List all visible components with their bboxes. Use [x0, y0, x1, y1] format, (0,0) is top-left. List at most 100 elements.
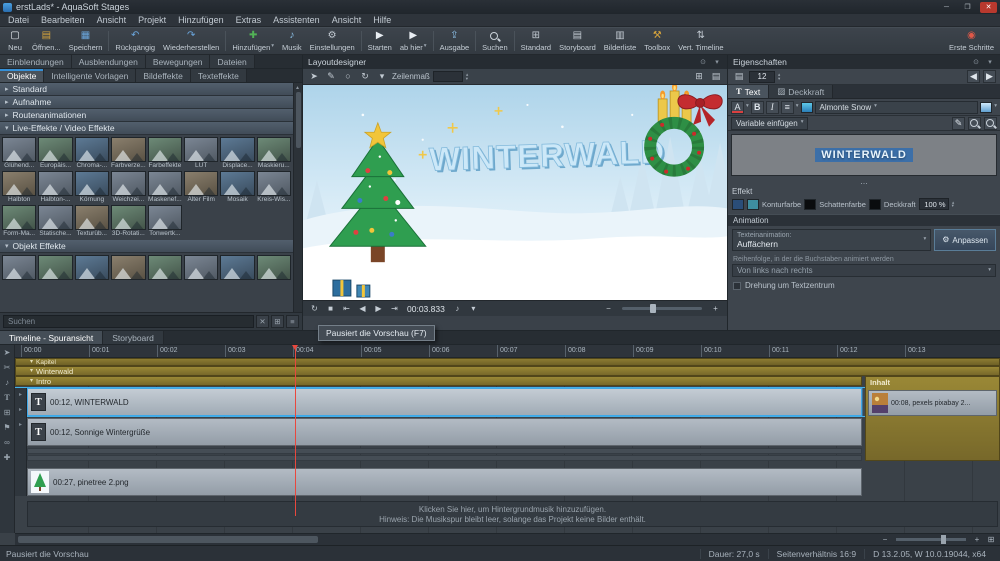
effect-item[interactable]: Tonwertk...	[148, 205, 182, 238]
skip-to-end-icon[interactable]	[388, 302, 401, 315]
open-button[interactable]: Öffnen...	[28, 28, 65, 54]
shadow-color-swatch[interactable]	[869, 199, 881, 210]
text-animation-combo[interactable]: Texteinanimation:Auffächern	[732, 229, 931, 251]
chevron-down-icon[interactable]	[375, 71, 389, 83]
razor-tool-icon[interactable]	[1, 362, 13, 374]
image-object-pexels[interactable]: 00:08, pexels pixabay 2...	[868, 390, 997, 416]
new-button[interactable]: Neu	[2, 28, 28, 54]
edit-tool-icon[interactable]	[324, 71, 338, 83]
effect-item[interactable]	[111, 255, 145, 288]
pointer-tool-icon[interactable]	[307, 71, 321, 83]
menu-item-hilfe[interactable]: Hilfe	[367, 14, 397, 26]
category-routenanimationen[interactable]: Routenanimationen	[0, 109, 293, 122]
zoom-in-icon[interactable]	[709, 302, 722, 315]
menu-item-assistenten[interactable]: Assistenten	[267, 14, 326, 26]
tab-timeline-track-view[interactable]: Timeline - Spuransicht	[0, 331, 103, 344]
time-ruler[interactable]: 00:0000:0100:0200:0300:0400:0500:0600:07…	[15, 345, 1000, 358]
category-live-effekte[interactable]: Live-Effekte / Video Effekte	[0, 122, 293, 135]
edit-text-icon[interactable]	[952, 117, 965, 130]
layout-standard-button[interactable]: Standard	[517, 28, 555, 54]
text-object-winterwald[interactable]: T00:12, WINTERWALD	[27, 388, 862, 416]
chapter-track[interactable]: Kapitel	[15, 358, 1000, 366]
effect-item[interactable]: Alter Film	[184, 171, 218, 204]
tab-objekte[interactable]: Objekte	[0, 69, 44, 82]
menu-item-datei[interactable]: Datei	[2, 14, 35, 26]
grid-tool-icon[interactable]	[1, 407, 13, 419]
opacity-value-field[interactable]: 100 %	[919, 198, 949, 210]
winterwald-chapter-bar[interactable]: Winterwald	[15, 366, 1000, 376]
category-objekt-effekte[interactable]: Objekt Effekte	[0, 240, 293, 253]
category-aufnahme[interactable]: Aufnahme	[0, 96, 293, 109]
text-tool-icon[interactable]	[1, 392, 13, 404]
add-object-button[interactable]: Hinzufügen	[228, 28, 278, 54]
effect-item[interactable]: Kreis-Wis...	[257, 171, 291, 204]
zoom-text-out-icon[interactable]	[968, 117, 981, 130]
marker-tool-icon[interactable]	[1, 422, 13, 434]
link-tool-icon[interactable]	[1, 437, 13, 449]
tab-dateien[interactable]: Dateien	[210, 55, 254, 68]
effect-item[interactable]	[184, 255, 218, 288]
timeline-zoom-out-icon[interactable]	[879, 534, 891, 545]
zoom-text-in-icon[interactable]	[984, 117, 997, 130]
rotate-tool-icon[interactable]	[358, 71, 372, 83]
play-preview-icon[interactable]	[372, 302, 385, 315]
next-object-button[interactable]	[983, 70, 996, 83]
music-track-hint[interactable]: Klicken Sie hier, um Hintergrundmusik hi…	[27, 501, 998, 527]
effect-item[interactable]: Form-Ma...	[2, 205, 36, 238]
spin-up-icon[interactable]	[778, 72, 780, 77]
timeline-zoom-slider[interactable]	[896, 538, 966, 541]
close-button[interactable]	[980, 2, 997, 13]
guides-toggle-icon[interactable]	[709, 71, 723, 83]
storyboard-button[interactable]: Storyboard	[555, 28, 600, 54]
tab-einblendungen[interactable]: Einblendungen	[0, 55, 72, 68]
effect-item[interactable]: Weichzei...	[111, 171, 146, 204]
previous-object-button[interactable]	[967, 70, 980, 83]
tab-bildeffekte[interactable]: Bildeffekte	[136, 69, 191, 82]
toolbox-scrollbar[interactable]	[293, 83, 302, 312]
slider-knob[interactable]	[941, 535, 946, 544]
preview-area[interactable]: WINTERWALD WINTERWALD	[303, 85, 727, 300]
effect-item[interactable]	[2, 255, 36, 288]
chevron-right-icon[interactable]	[19, 392, 22, 398]
splitter-grip[interactable]: ...	[728, 179, 1000, 186]
content-block[interactable]: Inhalt 00:08, pexels pixabay 2...	[865, 376, 1000, 461]
effect-item[interactable]	[220, 255, 254, 288]
effect-item[interactable]: Mosaik	[220, 171, 254, 204]
chevron-down-icon[interactable]	[796, 104, 799, 110]
insert-variable-combo[interactable]: Variable einfügen	[731, 117, 808, 130]
text-edit-preview[interactable]: WINTERWALD	[731, 134, 997, 176]
chevron-right-icon[interactable]	[19, 422, 22, 428]
effect-item[interactable]: Farbverze...	[111, 137, 146, 170]
scrollbar-thumb[interactable]	[18, 536, 318, 543]
slider-knob[interactable]	[650, 304, 656, 313]
tab-texteffekte[interactable]: Texteffekte	[191, 69, 247, 82]
category-standard[interactable]: Standard	[0, 83, 293, 96]
menu-item-ansicht-2[interactable]: Ansicht	[326, 14, 368, 26]
menu-item-extras[interactable]: Extras	[230, 14, 268, 26]
effect-fill-swatch[interactable]	[747, 199, 759, 210]
play-button[interactable]: Starten	[364, 28, 396, 54]
menu-item-bearbeiten[interactable]: Bearbeiten	[35, 14, 91, 26]
effect-item[interactable]	[148, 255, 182, 288]
effect-item[interactable]: Europäis...	[38, 137, 72, 170]
search-button[interactable]: Suchen	[478, 28, 511, 54]
object-index-field[interactable]: 12	[749, 71, 775, 83]
tab-ausblendungen[interactable]: Ausblendungen	[72, 55, 146, 68]
empty-track[interactable]	[27, 455, 862, 461]
italic-icon[interactable]	[766, 101, 779, 114]
effect-item[interactable]: Maskenef...	[148, 171, 182, 204]
tab-deckkraft[interactable]: Deckkraft	[769, 85, 833, 98]
list-view-icon[interactable]	[286, 315, 299, 328]
chevron-down-icon[interactable]	[994, 104, 997, 110]
zoom-out-icon[interactable]	[602, 302, 615, 315]
object-index-spinner[interactable]	[778, 72, 780, 81]
menu-item-ansicht[interactable]: Ansicht	[91, 14, 133, 26]
effect-item[interactable]	[75, 255, 109, 288]
font-family-combo[interactable]: Almonte Snow	[815, 101, 979, 114]
stop-icon[interactable]	[324, 302, 337, 315]
text-object-wintergruesse[interactable]: T00:12, Sonnige Wintergrüße	[27, 418, 862, 446]
effect-item[interactable]: Displace...	[220, 137, 254, 170]
chevron-down-icon[interactable]	[746, 104, 749, 110]
output-button[interactable]: Ausgabe	[436, 28, 474, 54]
toolbox-button[interactable]: Toolbox	[640, 28, 674, 54]
